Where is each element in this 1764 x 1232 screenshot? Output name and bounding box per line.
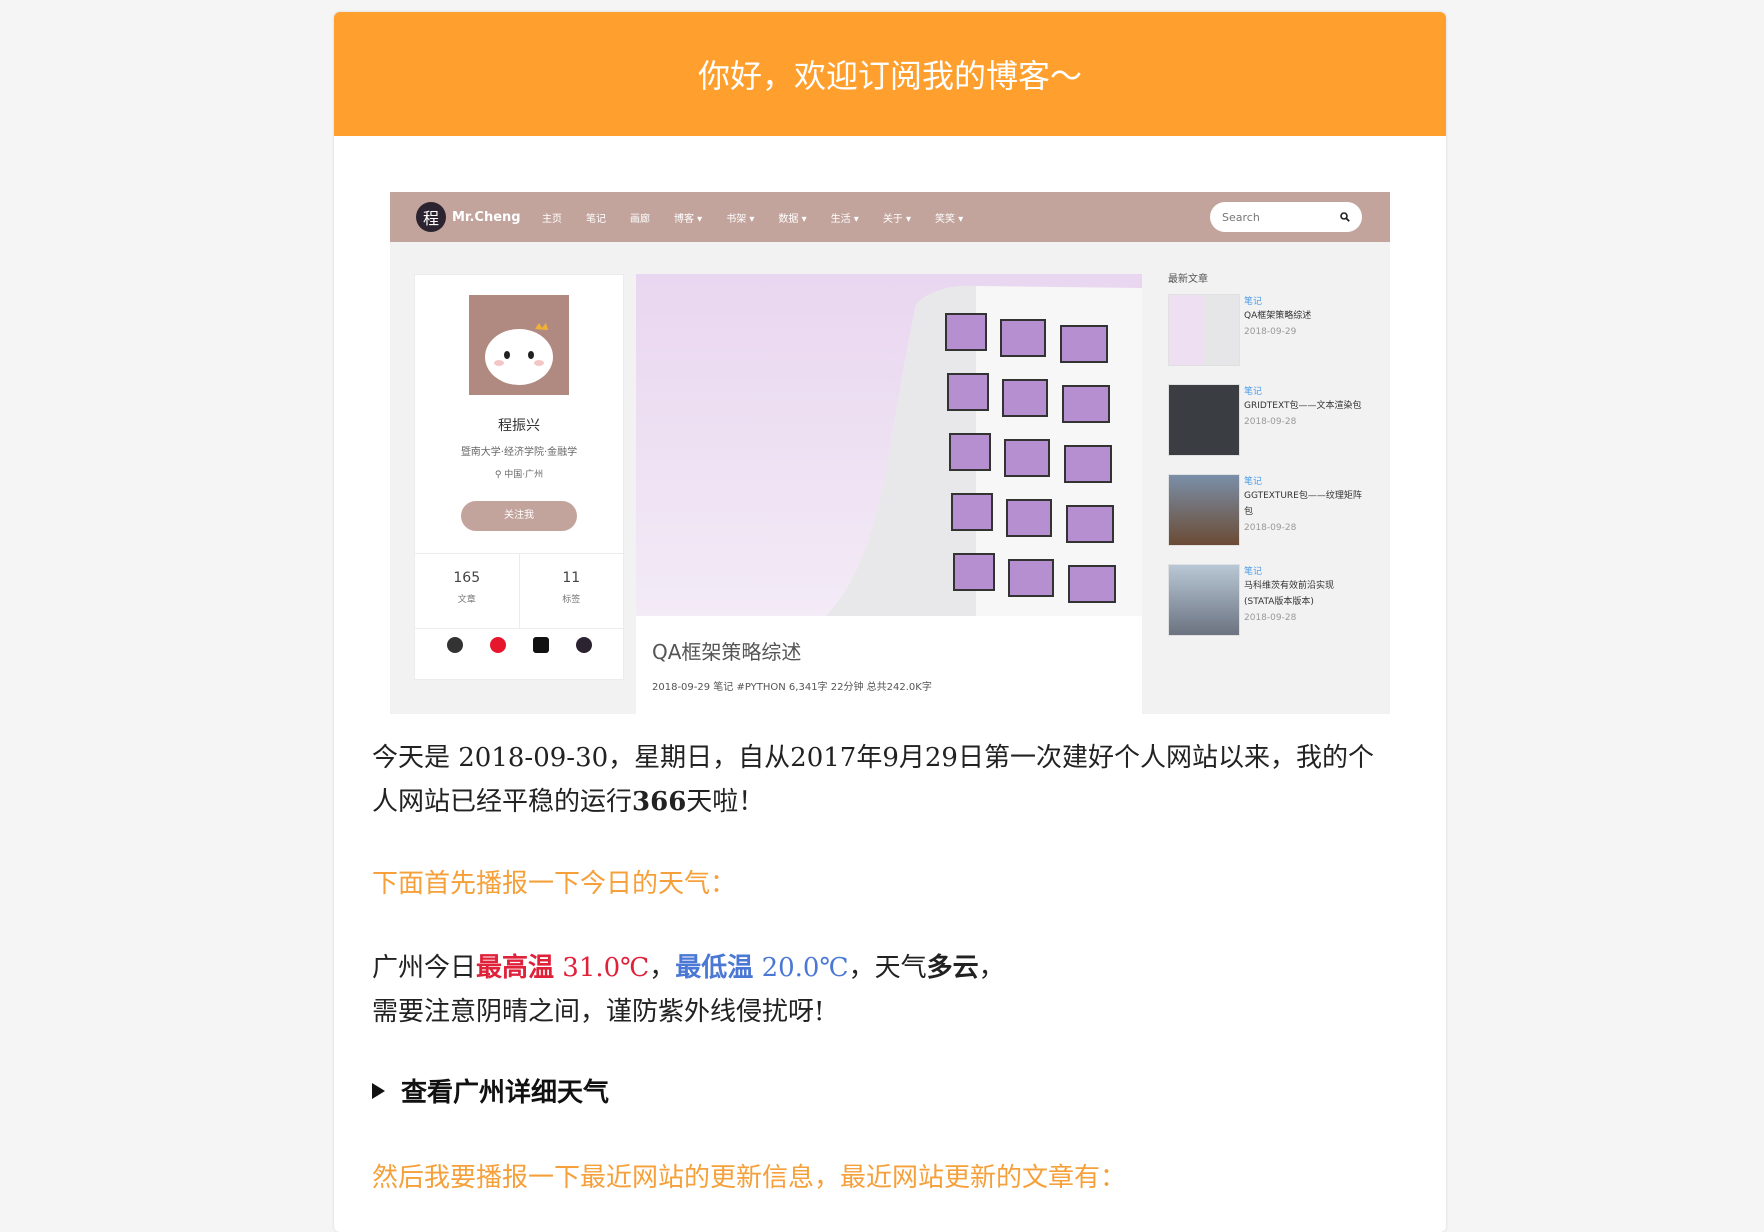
location-pin-icon: ⚲ <box>494 470 505 480</box>
post-title-text: GRIDTEXT包——文本渲染包 <box>1244 401 1362 411</box>
post-title-text: 马科维茨有效前沿实现(STATA版本版本) <box>1244 581 1335 607</box>
intro-paragraph: 今天是 2018-09-30，星期日，自从2017年9月29日第一次建好个人网站… <box>372 736 1374 824</box>
profile-card: 程振兴 暨南大学·经济学院·金融学 ⚲ 中国·广州 关注我 165 文章 11 … <box>414 274 624 680</box>
weather-heading: 下面首先播报一下今日的天气： <box>372 869 737 899</box>
profile-name: 程振兴 <box>498 418 540 434</box>
post-category[interactable]: 笔记 <box>1244 474 1262 487</box>
nav-items: 主页 笔记 画廊 博客 ▾ 书架 ▾ 数据 ▾ 生活 ▾ 关于 ▾ 笑笑 ▾ <box>542 210 987 225</box>
brand-logo-icon: 程 <box>416 202 446 232</box>
featured-post[interactable]: QA框架策略综述 2018-09-29 笔记 #PYTHON 6,341字 22… <box>636 274 1142 714</box>
nav-item[interactable]: 笔记 <box>586 210 606 225</box>
weather-condition-prefix: ，天气 <box>848 953 927 983</box>
post-title-link[interactable]: GRIDTEXT包——文本渲染包 2018-09-28 <box>1244 398 1362 430</box>
post-thumbnail[interactable] <box>1168 474 1240 546</box>
post-thumbnail[interactable] <box>1168 384 1240 456</box>
post-date: 2018-09-28 <box>1244 417 1297 427</box>
stat-number: 11 <box>562 570 581 586</box>
post-category[interactable]: 笔记 <box>1244 564 1262 577</box>
recent-post-item[interactable]: 笔记 GGTEXTURE包——纹理矩阵包 2018-09-28 <box>1168 474 1368 548</box>
intro-line-2-prefix: 人网站已经平稳的运行 <box>372 787 633 817</box>
nav-item[interactable]: 画廊 <box>630 210 650 225</box>
blog-logo-icon[interactable] <box>575 637 592 653</box>
recent-post-item[interactable]: 笔记 GRIDTEXT包——文本渲染包 2018-09-28 <box>1168 384 1368 458</box>
weibo-icon[interactable] <box>489 637 506 653</box>
post-thumbnail[interactable] <box>1168 564 1240 636</box>
search-icon[interactable] <box>1340 212 1350 222</box>
featured-post-image[interactable] <box>636 274 1142 616</box>
follow-button[interactable]: 关注我 <box>461 501 577 531</box>
nav-item[interactable]: 数据 ▾ <box>778 210 806 225</box>
weather-separator: ， <box>649 953 676 983</box>
post-date: 2018-09-28 <box>1244 523 1297 533</box>
intro-line-2-suffix: 天啦！ <box>686 787 765 817</box>
stat-tags[interactable]: 11 标签 <box>518 554 624 628</box>
low-temp-value: 20.0℃ <box>753 953 849 983</box>
profile-stats: 165 文章 11 标签 <box>415 553 623 629</box>
post-title-link[interactable]: 马科维茨有效前沿实现(STATA版本版本) 2018-09-28 <box>1244 578 1362 626</box>
social-links <box>415 637 623 653</box>
blog-screenshot: 程 Mr.Cheng 主页 笔记 画廊 博客 ▾ 书架 ▾ 数据 ▾ 生活 ▾ … <box>390 192 1390 714</box>
post-thumbnail[interactable] <box>1168 294 1240 366</box>
avatar <box>469 295 569 395</box>
intro-line-1: 今天是 2018-09-30，星期日，自从2017年9月29日第一次建好个人网站… <box>372 743 1374 773</box>
stat-articles[interactable]: 165 文章 <box>415 554 519 628</box>
high-temp-label: 最高温 <box>476 953 555 983</box>
search-placeholder: Search <box>1222 210 1260 224</box>
email-title: 你好，欢迎订阅我的博客～ <box>697 57 1082 95</box>
intro-line-2: 人网站已经平稳的运行366天啦！ <box>372 780 1374 824</box>
nav-item[interactable]: 笑笑 ▾ <box>935 210 963 225</box>
nav-item[interactable]: 主页 <box>542 210 562 225</box>
blog-brand[interactable]: 程 Mr.Cheng <box>416 202 526 232</box>
low-temp-label: 最低温 <box>675 953 754 983</box>
high-temp-value: 31.0℃ <box>554 953 650 983</box>
email-card: 你好，欢迎订阅我的博客～ 程 Mr.Cheng 主页 笔记 画廊 博客 ▾ 书架… <box>334 12 1446 1232</box>
blog-navbar: 程 Mr.Cheng 主页 笔记 画廊 博客 ▾ 书架 ▾ 数据 ▾ 生活 ▾ … <box>390 192 1390 242</box>
avatar-image <box>485 323 553 385</box>
stat-label: 文章 <box>457 595 476 605</box>
profile-location-text: 中国·广州 <box>504 470 544 480</box>
post-title-text: GGTEXTURE包——纹理矩阵包 <box>1244 491 1362 517</box>
weather-details-label[interactable]: 查看广州详细天气 <box>401 1072 609 1109</box>
post-date: 2018-09-29 <box>1244 327 1297 337</box>
search-input[interactable]: Search <box>1210 202 1362 232</box>
stat-label: 标签 <box>562 595 581 605</box>
weather-city: 广州今日 <box>372 953 477 983</box>
weather-line-end: ， <box>978 953 1005 983</box>
nav-item[interactable]: 关于 ▾ <box>883 210 911 225</box>
profile-location: ⚲ 中国·广州 <box>415 467 623 480</box>
profile-school: 暨南大学·经济学院·金融学 <box>460 447 578 458</box>
camera-icon[interactable] <box>532 637 549 653</box>
recent-posts-title: 最新文章 <box>1168 274 1208 285</box>
stat-number: 165 <box>453 570 481 586</box>
weather-details-toggle[interactable]: 查看广州详细天气 <box>372 1072 609 1109</box>
post-meta: 2018-09-29 笔记 #PYTHON 6,341字 22分钟 总共242.… <box>652 682 932 693</box>
disclosure-triangle-icon[interactable] <box>372 1082 385 1099</box>
post-title-link[interactable]: GGTEXTURE包——纹理矩阵包 2018-09-28 <box>1244 488 1362 536</box>
email-header: 你好，欢迎订阅我的博客～ <box>334 12 1446 136</box>
recent-post-item[interactable]: 笔记 QA框架策略综述 2018-09-29 <box>1168 294 1368 368</box>
update-heading: 然后我要播报一下最近网站的更新信息，最近网站更新的文章有： <box>372 1163 1127 1193</box>
nav-item[interactable]: 博客 ▾ <box>674 210 702 225</box>
recent-post-item[interactable]: 笔记 马科维茨有效前沿实现(STATA版本版本) 2018-09-28 <box>1168 564 1368 638</box>
weather-tip: 需要注意阴晴之间，谨防紫外线侵扰呀! <box>372 997 825 1027</box>
brand-name: Mr.Cheng <box>452 209 521 225</box>
post-category[interactable]: 笔记 <box>1244 384 1262 397</box>
weather-condition: 多云 <box>926 953 979 983</box>
nav-item[interactable]: 生活 ▾ <box>831 210 859 225</box>
nav-item[interactable]: 书架 ▾ <box>726 210 754 225</box>
post-title[interactable]: QA框架策略综述 <box>652 636 801 665</box>
post-title-link[interactable]: QA框架策略综述 2018-09-29 <box>1244 308 1362 340</box>
post-category[interactable]: 笔记 <box>1244 294 1262 307</box>
post-title-text: QA框架策略综述 <box>1244 311 1312 321</box>
post-date: 2018-09-28 <box>1244 613 1297 623</box>
weather-report: 广州今日最高温 31.0℃，最低温 20.0℃，天气多云， 需要注意阴晴之间，谨… <box>372 946 1005 1034</box>
running-days: 366 <box>632 787 687 817</box>
building-image <box>826 285 1142 616</box>
recent-posts-sidebar: 最新文章 笔记 QA框架策略综述 2018-09-29 笔记 GRIDTEXT包—… <box>1168 270 1368 636</box>
github-icon[interactable] <box>446 637 463 653</box>
weather-line: 广州今日最高温 31.0℃，最低温 20.0℃，天气多云， <box>372 946 1005 990</box>
